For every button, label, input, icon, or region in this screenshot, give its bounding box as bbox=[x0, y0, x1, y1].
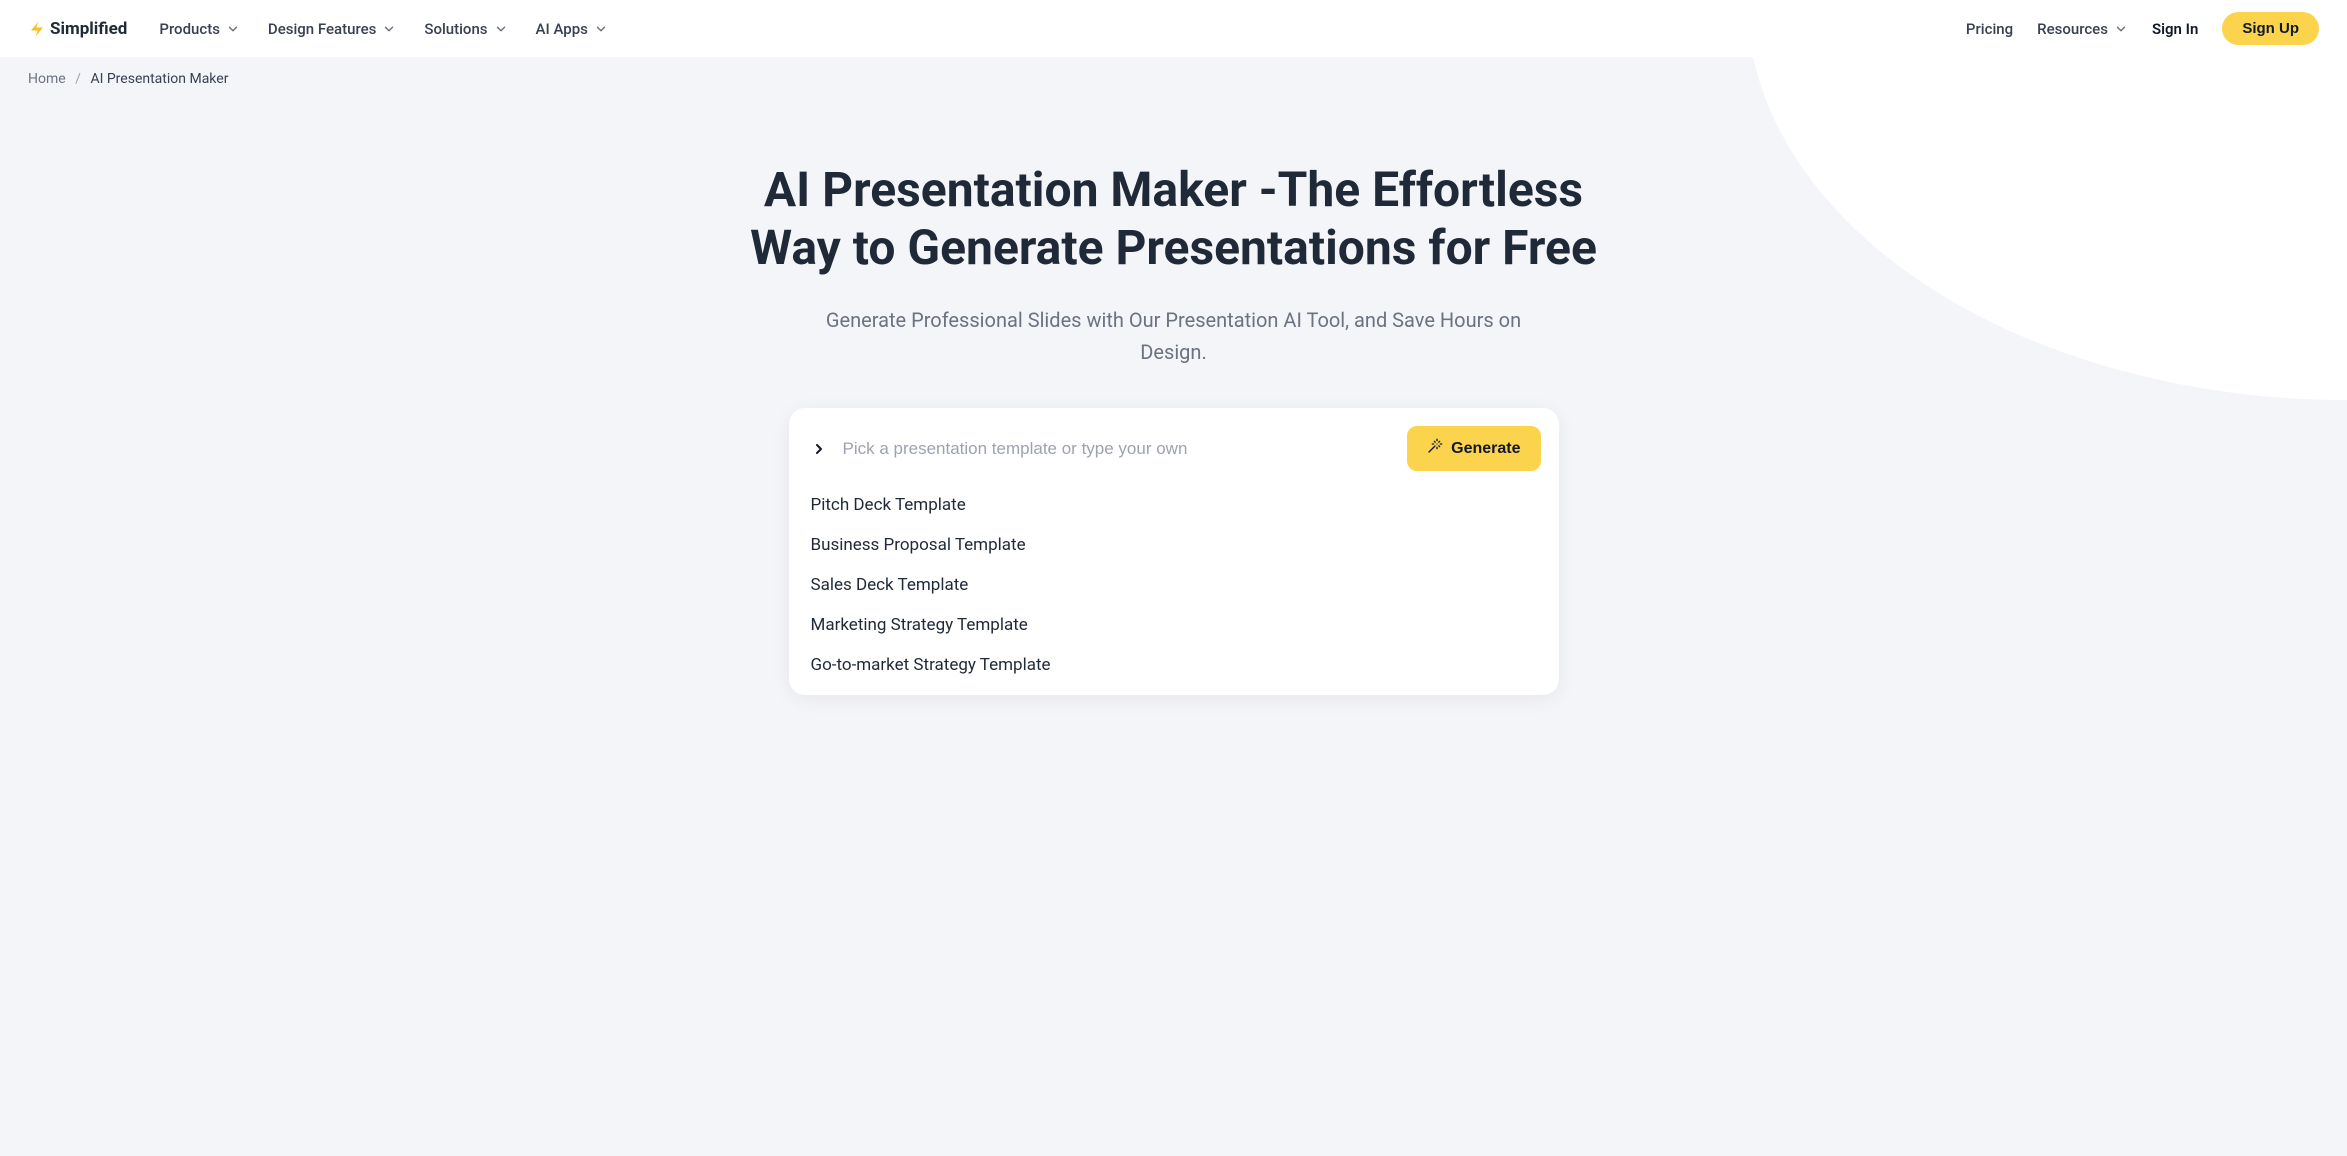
hero-subtitle: Generate Professional Slides with Our Pr… bbox=[824, 304, 1524, 368]
template-item[interactable]: Sales Deck Template bbox=[811, 575, 1537, 595]
chevron-down-icon bbox=[594, 22, 608, 36]
template-item[interactable]: Marketing Strategy Template bbox=[811, 615, 1537, 635]
magic-wand-icon bbox=[1427, 438, 1443, 459]
signin-link[interactable]: Sign In bbox=[2152, 20, 2198, 38]
header-left: Simplified Products Design Features Solu… bbox=[28, 19, 608, 39]
chevron-down-icon bbox=[2114, 22, 2128, 36]
header-right: Pricing Resources Sign In Sign Up bbox=[1966, 12, 2319, 45]
nav-item-resources[interactable]: Resources bbox=[2037, 20, 2128, 38]
nav-item-design-features[interactable]: Design Features bbox=[268, 20, 396, 38]
breadcrumb-home[interactable]: Home bbox=[28, 71, 66, 87]
nav-label: Solutions bbox=[424, 20, 487, 38]
template-item[interactable]: Business Proposal Template bbox=[811, 535, 1537, 555]
pricing-link[interactable]: Pricing bbox=[1966, 20, 2013, 38]
chevron-right-icon bbox=[811, 441, 827, 457]
nav-item-products[interactable]: Products bbox=[159, 20, 240, 38]
prompt-card: Generate Pitch Deck Template Business Pr… bbox=[789, 408, 1559, 695]
signup-button[interactable]: Sign Up bbox=[2222, 12, 2319, 45]
nav-label: Design Features bbox=[268, 20, 376, 38]
nav-label: AI Apps bbox=[536, 20, 588, 38]
template-item[interactable]: Pitch Deck Template bbox=[811, 495, 1537, 515]
logo-icon bbox=[28, 20, 46, 38]
template-list: Pitch Deck Template Business Proposal Te… bbox=[807, 495, 1541, 675]
hero: AI Presentation Maker -The Effortless Wa… bbox=[724, 161, 1624, 368]
header: Simplified Products Design Features Solu… bbox=[0, 0, 2347, 57]
chevron-down-icon bbox=[382, 22, 396, 36]
breadcrumb-current: AI Presentation Maker bbox=[90, 71, 228, 87]
logo[interactable]: Simplified bbox=[28, 19, 127, 39]
prompt-input[interactable] bbox=[839, 429, 1396, 469]
breadcrumb-separator: / bbox=[75, 71, 81, 87]
nav-item-solutions[interactable]: Solutions bbox=[424, 20, 507, 38]
hero-title: AI Presentation Maker -The Effortless Wa… bbox=[744, 161, 1604, 276]
chevron-down-icon bbox=[226, 22, 240, 36]
generate-button[interactable]: Generate bbox=[1407, 426, 1540, 471]
prompt-input-row: Generate bbox=[807, 426, 1541, 471]
nav-label: Products bbox=[159, 20, 220, 38]
nav-label: Resources bbox=[2037, 20, 2108, 38]
generate-label: Generate bbox=[1451, 440, 1520, 458]
nav-item-ai-apps[interactable]: AI Apps bbox=[536, 20, 608, 38]
chevron-down-icon bbox=[494, 22, 508, 36]
breadcrumb: Home / AI Presentation Maker bbox=[0, 57, 2347, 101]
template-item[interactable]: Go-to-market Strategy Template bbox=[811, 655, 1537, 675]
nav: Products Design Features Solutions AI Ap… bbox=[159, 20, 607, 38]
logo-text: Simplified bbox=[50, 19, 127, 39]
